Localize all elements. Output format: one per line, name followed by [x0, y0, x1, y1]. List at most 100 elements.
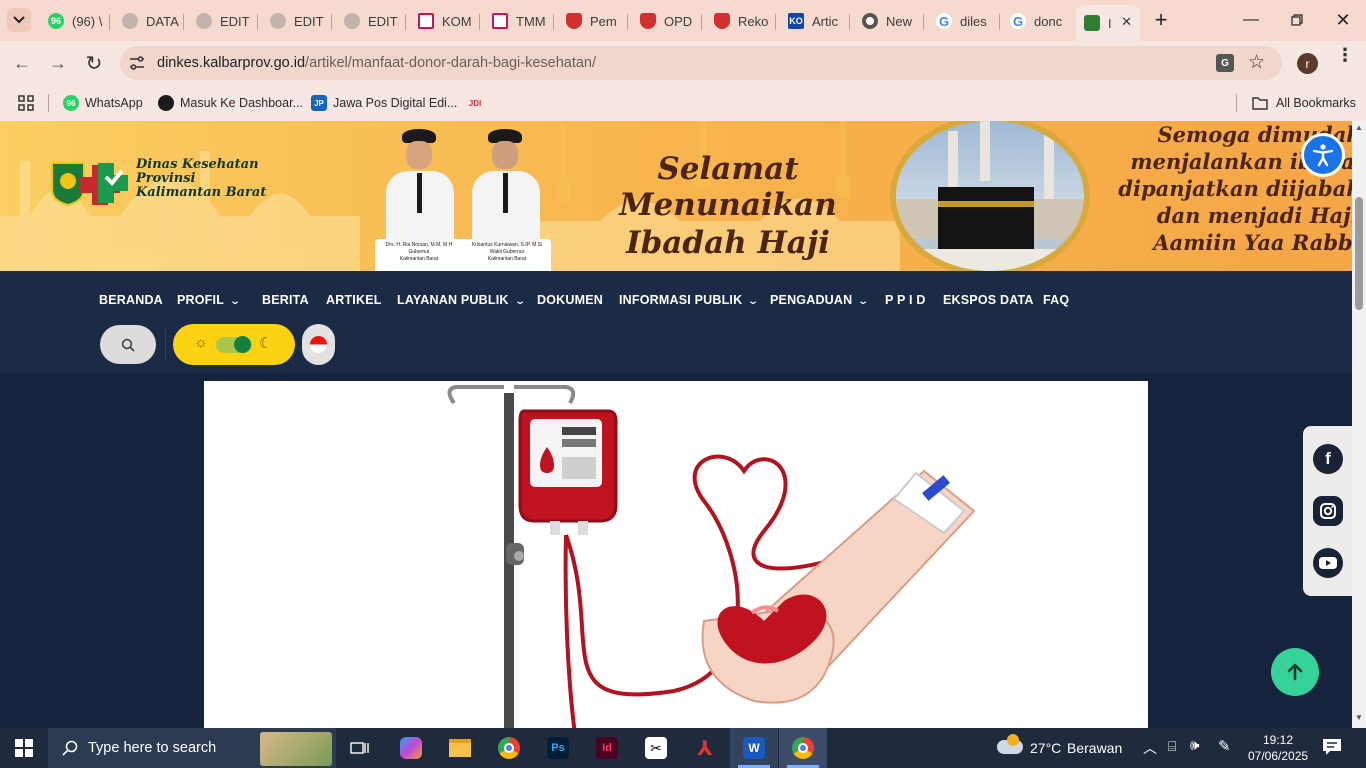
pen-icon[interactable]: ✎	[1218, 737, 1231, 755]
search-placeholder: Type here to search	[88, 740, 217, 756]
tab-title: OPD	[664, 13, 693, 29]
bookmark-whatsapp[interactable]: 96 WhatsApp	[63, 92, 143, 114]
bookmark-star-icon[interactable]: ☆	[1248, 51, 1265, 74]
nav-berita[interactable]: BERITA	[262, 293, 309, 307]
tab[interactable]: 96 (96) \	[40, 6, 110, 36]
start-button[interactable]	[0, 728, 48, 768]
facebook-icon[interactable]: f	[1313, 444, 1343, 474]
nav-faq[interactable]: FAQ	[1043, 293, 1069, 307]
tab[interactable]: EDIT	[336, 6, 406, 36]
nav-beranda[interactable]: BERANDA	[99, 293, 163, 307]
scroll-thumb[interactable]	[1355, 197, 1363, 310]
scroll-down-arrow[interactable]: ▼	[1355, 713, 1363, 722]
capcut-button[interactable]: ✂	[632, 728, 680, 768]
tab[interactable]: OPD	[632, 6, 702, 36]
weather-temp: 27°C	[1030, 740, 1062, 756]
minimize-button[interactable]: —	[1228, 0, 1274, 40]
windows-logo-icon	[15, 739, 33, 757]
file-explorer-button[interactable]	[436, 728, 484, 768]
person-name: Krisantus Kurniawan, S.IP, M.Si	[471, 242, 543, 248]
language-button[interactable]	[302, 324, 335, 365]
new-tab-button[interactable]: +	[1149, 7, 1173, 32]
tray-chevron-icon[interactable]: ︿	[1143, 738, 1157, 758]
profile-avatar[interactable]: r	[1297, 53, 1318, 74]
close-icon[interactable]: ✕	[1121, 14, 1132, 30]
notifications-button[interactable]	[1322, 738, 1342, 756]
maximize-button[interactable]	[1274, 0, 1320, 40]
tab[interactable]: DATA	[114, 6, 184, 36]
speaker-icon[interactable]: 🕪	[1190, 737, 1199, 754]
word-button[interactable]: W	[730, 728, 778, 768]
tab[interactable]: Pem	[558, 6, 628, 36]
shield-icon	[566, 13, 582, 29]
tab[interactable]: KOM	[410, 6, 480, 36]
scroll-up-arrow[interactable]: ▲	[1355, 123, 1363, 132]
url-text[interactable]: dinkes.kalbarprov.go.id/artikel/manfaat-…	[157, 55, 596, 71]
tab[interactable]: KO Artic	[780, 6, 850, 36]
tab[interactable]: TMM	[484, 6, 554, 36]
site-icon	[418, 13, 434, 29]
youtube-icon[interactable]	[1313, 548, 1343, 578]
back-to-top-button[interactable]	[1271, 648, 1319, 696]
taskbar-search[interactable]: Type here to search	[48, 728, 336, 768]
tab-active[interactable]: I ✕	[1076, 5, 1140, 41]
tab[interactable]: EDIT	[188, 6, 258, 36]
tab-strip: 96 (96) \ DATA EDIT EDIT EDIT KOM TMM Pe…	[0, 0, 1366, 41]
apps-grid-icon[interactable]	[18, 95, 34, 111]
person-photo	[466, 127, 546, 243]
indesign-button[interactable]: Id	[583, 728, 631, 768]
network-icon[interactable]: ⌸	[1168, 738, 1176, 755]
photoshop-button[interactable]: Ps	[534, 728, 582, 768]
nav-label: DOKUMEN	[537, 293, 603, 307]
close-icon: ✕	[1335, 9, 1351, 30]
tab[interactable]: New	[854, 6, 924, 36]
page-scrollbar[interactable]: ▲ ▼	[1352, 121, 1366, 728]
back-button[interactable]: ←	[8, 50, 36, 76]
instagram-icon[interactable]	[1313, 496, 1343, 526]
acrobat-button[interactable]: ⅄	[681, 728, 729, 768]
forward-button[interactable]: →	[44, 50, 72, 76]
chrome-taskbar-button[interactable]	[485, 728, 533, 768]
nav-informasi-publik[interactable]: INFORMASI PUBLIK ⌄	[619, 293, 759, 307]
bookmark-jawapos[interactable]: JP Jawa Pos Digital Edi...	[311, 92, 457, 114]
copilot-button[interactable]	[387, 728, 435, 768]
nav-layanan-publik[interactable]: LAYANAN PUBLIK ⌄	[397, 293, 526, 307]
clock[interactable]: 19:12 07/06/2025	[1248, 732, 1308, 764]
task-view-button[interactable]	[336, 728, 384, 768]
translate-icon[interactable]: G	[1216, 54, 1234, 72]
bookmark-label: WhatsApp	[85, 96, 143, 110]
tab-title: I	[1108, 15, 1112, 31]
jdih-icon: JDI	[465, 95, 485, 111]
site-info-icon[interactable]	[129, 55, 145, 71]
tab[interactable]: G diles	[928, 6, 1000, 36]
close-window-button[interactable]: ✕	[1320, 0, 1366, 40]
chrome-active-button[interactable]	[779, 728, 827, 768]
reload-button[interactable]: ↻	[80, 50, 108, 76]
menu-kebab-icon[interactable]: ⋮	[1336, 46, 1354, 64]
bookmark-dashboard[interactable]: Masuk Ke Dashboar...	[158, 92, 303, 114]
tab[interactable]: EDIT	[262, 6, 332, 36]
tab-search-button[interactable]	[7, 8, 31, 32]
bookmark-jdih[interactable]: JDI	[465, 92, 491, 114]
chevron-down-icon: ⌄	[857, 296, 870, 307]
weather-widget[interactable]: 27°C Berawan	[995, 728, 1125, 768]
address-bar[interactable]: dinkes.kalbarprov.go.id/artikel/manfaat-…	[120, 46, 1282, 80]
nav-ppid[interactable]: P P I D	[885, 293, 926, 307]
accessibility-button[interactable]	[1301, 133, 1345, 177]
nav-artikel[interactable]: ARTIKEL	[326, 293, 382, 307]
tab[interactable]: Reko	[706, 6, 776, 36]
all-bookmarks-button[interactable]: All Bookmarks	[1252, 92, 1356, 114]
accessibility-icon	[1312, 144, 1334, 167]
nav-pengaduan[interactable]: PENGADUAN ⌄	[770, 293, 870, 307]
tab-title: EDIT	[220, 13, 250, 29]
nav-ekspos-data[interactable]: EKSPOS DATA	[943, 293, 1034, 307]
greeting-line: Ibadah Haji	[626, 225, 830, 261]
person-caption: Krisantus Kurniawan, S.IP, M.Si Wakil Gu…	[463, 242, 551, 263]
nav-dokumen[interactable]: DOKUMEN	[537, 293, 603, 307]
banner-greeting: Selamat Menunaikan Ibadah Haji	[573, 151, 883, 261]
search-button[interactable]	[100, 325, 156, 364]
tab[interactable]: G donc	[1002, 6, 1074, 36]
logo-line: Provinsi	[136, 171, 196, 186]
theme-toggle[interactable]: ☼ ☾	[173, 324, 295, 365]
nav-profil[interactable]: PROFIL ⌄	[177, 293, 241, 307]
